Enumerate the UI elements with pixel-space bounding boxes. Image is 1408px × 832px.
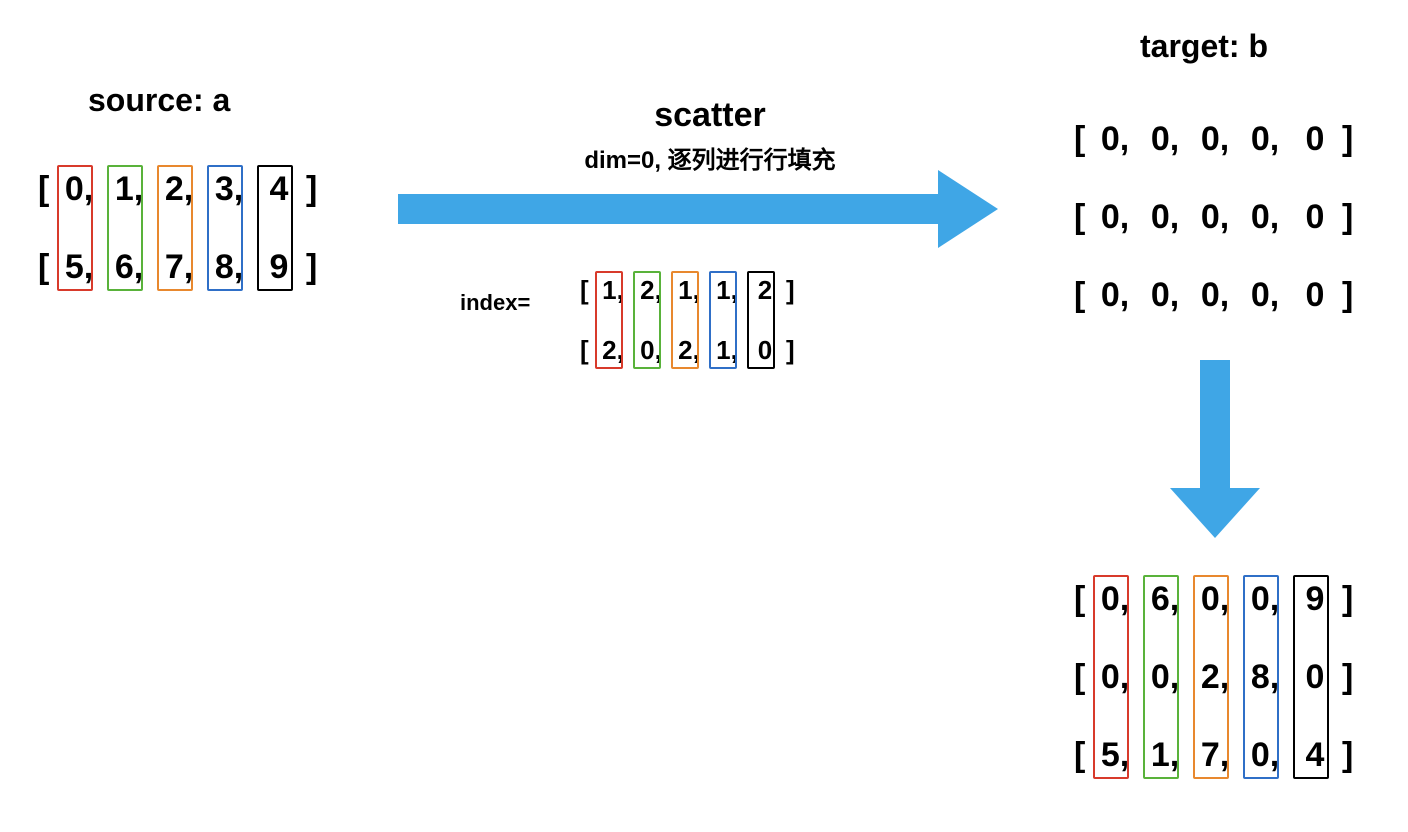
matrix-cell: 8, — [204, 248, 254, 287]
matrix-row: [0,0,0,0,0] — [1074, 100, 1356, 178]
matrix-cell: 0, — [1190, 276, 1240, 315]
bracket-close: ] — [786, 335, 798, 366]
matrix-cell: 0, — [1140, 658, 1190, 697]
bracket-close: ] — [306, 248, 320, 287]
bracket-open: [ — [580, 275, 592, 306]
bracket-open: [ — [1074, 276, 1088, 315]
matrix-row: [0,0,2,8,0] — [1074, 638, 1356, 716]
bracket-close: ] — [786, 275, 798, 306]
matrix-cell: 0 — [1290, 658, 1340, 697]
matrix-cell: 0 — [1290, 198, 1340, 237]
matrix-cell: 2, — [594, 335, 632, 366]
bracket-open: [ — [1074, 658, 1088, 697]
matrix-cell: 0, — [1090, 198, 1140, 237]
matrix-cell: 1, — [594, 275, 632, 306]
matrix-cell: 0, — [1090, 120, 1140, 159]
matrix-cell: 9 — [1290, 580, 1340, 619]
bracket-close: ] — [1342, 120, 1356, 159]
matrix-row: [0,0,0,0,0] — [1074, 256, 1356, 334]
matrix-cell: 6, — [1140, 580, 1190, 619]
matrix-cell: 1, — [104, 170, 154, 209]
bracket-close: ] — [1342, 658, 1356, 697]
matrix-cell: 1, — [708, 275, 746, 306]
matrix-cell: 8, — [1240, 658, 1290, 697]
matrix-cell: 0 — [1290, 276, 1340, 315]
bracket-close: ] — [1342, 736, 1356, 775]
source-title: source: a — [88, 82, 230, 119]
matrix-cell: 1, — [1140, 736, 1190, 775]
matrix-cell: 2, — [632, 275, 670, 306]
matrix-cell: 4 — [254, 170, 304, 209]
matrix-cell: 0, — [1240, 580, 1290, 619]
matrix-cell: 0, — [1140, 276, 1190, 315]
bracket-open: [ — [1074, 198, 1088, 237]
matrix-row: [0,6,0,0,9] — [1074, 560, 1356, 638]
bracket-close: ] — [306, 170, 320, 209]
matrix-cell: 2, — [154, 170, 204, 209]
matrix-cell: 0, — [1140, 198, 1190, 237]
matrix-cell: 6, — [104, 248, 154, 287]
arrow-down-icon — [1170, 360, 1260, 540]
matrix-row: [5,6,7,8,9] — [38, 228, 320, 306]
bracket-open: [ — [1074, 736, 1088, 775]
matrix-cell: 2 — [746, 275, 784, 306]
matrix-cell: 0, — [1090, 276, 1140, 315]
matrix-cell: 1, — [670, 275, 708, 306]
matrix-cell: 4 — [1290, 736, 1340, 775]
matrix-cell: 0, — [1240, 276, 1290, 315]
result-matrix: [0,6,0,0,9][0,0,2,8,0][5,1,7,0,4] — [1074, 560, 1356, 794]
target-title: target: b — [1140, 28, 1268, 65]
matrix-cell: 0, — [1240, 736, 1290, 775]
matrix-cell: 0, — [1090, 658, 1140, 697]
matrix-cell: 0, — [1140, 120, 1190, 159]
matrix-cell: 0, — [1240, 120, 1290, 159]
matrix-row: [1,2,1,1,2] — [580, 260, 798, 320]
matrix-cell: 0, — [54, 170, 104, 209]
arrow-right-icon — [398, 170, 998, 250]
matrix-cell: 7, — [154, 248, 204, 287]
matrix-cell: 0, — [1190, 198, 1240, 237]
operation-title: scatter — [560, 96, 860, 135]
index-matrix: [1,2,1,1,2][2,0,2,1,0] — [580, 260, 798, 380]
matrix-row: [0,1,2,3,4] — [38, 150, 320, 228]
matrix-cell: 1, — [708, 335, 746, 366]
bracket-open: [ — [38, 248, 52, 287]
matrix-cell: 0, — [1090, 580, 1140, 619]
bracket-open: [ — [580, 335, 592, 366]
matrix-cell: 3, — [204, 170, 254, 209]
matrix-cell: 5, — [54, 248, 104, 287]
operation-subtitle: dim=0, 逐列进行行填充 — [500, 140, 920, 175]
bracket-close: ] — [1342, 580, 1356, 619]
matrix-cell: 0, — [632, 335, 670, 366]
source-matrix: [0,1,2,3,4][5,6,7,8,9] — [38, 150, 320, 306]
bracket-close: ] — [1342, 198, 1356, 237]
target-matrix: [0,0,0,0,0][0,0,0,0,0][0,0,0,0,0] — [1074, 100, 1356, 334]
matrix-cell: 0, — [1240, 198, 1290, 237]
matrix-cell: 0, — [1190, 580, 1240, 619]
matrix-cell: 0 — [1290, 120, 1340, 159]
matrix-cell: 2, — [1190, 658, 1240, 697]
matrix-cell: 5, — [1090, 736, 1140, 775]
matrix-cell: 2, — [670, 335, 708, 366]
matrix-row: [5,1,7,0,4] — [1074, 716, 1356, 794]
matrix-cell: 0, — [1190, 120, 1240, 159]
bracket-open: [ — [1074, 580, 1088, 619]
matrix-row: [2,0,2,1,0] — [580, 320, 798, 380]
index-label: index= — [460, 290, 530, 316]
matrix-cell: 9 — [254, 248, 304, 287]
matrix-cell: 0 — [746, 335, 784, 366]
matrix-row: [0,0,0,0,0] — [1074, 178, 1356, 256]
matrix-cell: 7, — [1190, 736, 1240, 775]
bracket-close: ] — [1342, 276, 1356, 315]
bracket-open: [ — [38, 170, 52, 209]
bracket-open: [ — [1074, 120, 1088, 159]
